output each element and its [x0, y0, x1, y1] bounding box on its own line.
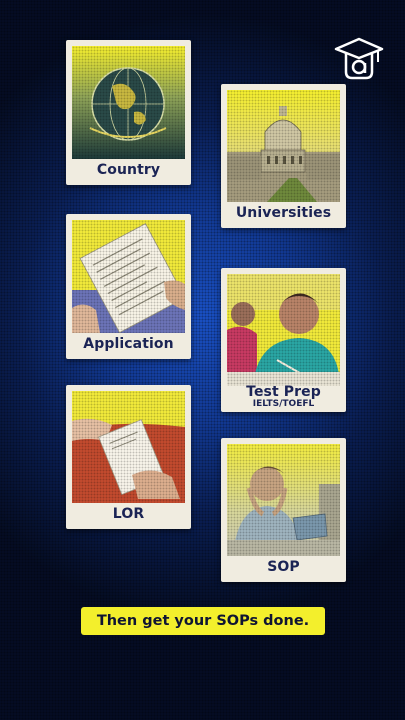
card-sop[interactable]: SOP	[221, 438, 346, 582]
card-universities[interactable]: Universities	[221, 84, 346, 228]
letter-icon	[72, 391, 185, 503]
card-application-label: Application	[83, 336, 174, 352]
card-lor-label: LOR	[112, 506, 145, 522]
form-icon	[72, 220, 185, 333]
card-sop-label: SOP	[267, 559, 300, 575]
graduation-cap-logo-icon	[334, 36, 384, 80]
card-application[interactable]: Application	[66, 214, 191, 359]
story-screen: { "cards": [ {"id": "country", "label": …	[0, 0, 405, 720]
card-test-prep-label: Test Prep	[246, 384, 321, 400]
caption-banner: Then get your SOPs done.	[81, 607, 325, 635]
card-test-prep-sublabel: IELTS/TOEFL	[252, 399, 315, 409]
card-universities-label: Universities	[235, 205, 332, 221]
student-writing-icon	[227, 274, 340, 386]
card-country[interactable]: Country	[66, 40, 191, 185]
card-country-label: Country	[96, 162, 161, 178]
card-lor[interactable]: LOR	[66, 385, 191, 529]
globe-icon	[72, 46, 185, 159]
card-test-prep[interactable]: Test Prep IELTS/TOEFL	[221, 268, 346, 412]
campus-icon	[227, 90, 340, 202]
stressed-student-icon	[227, 444, 340, 556]
